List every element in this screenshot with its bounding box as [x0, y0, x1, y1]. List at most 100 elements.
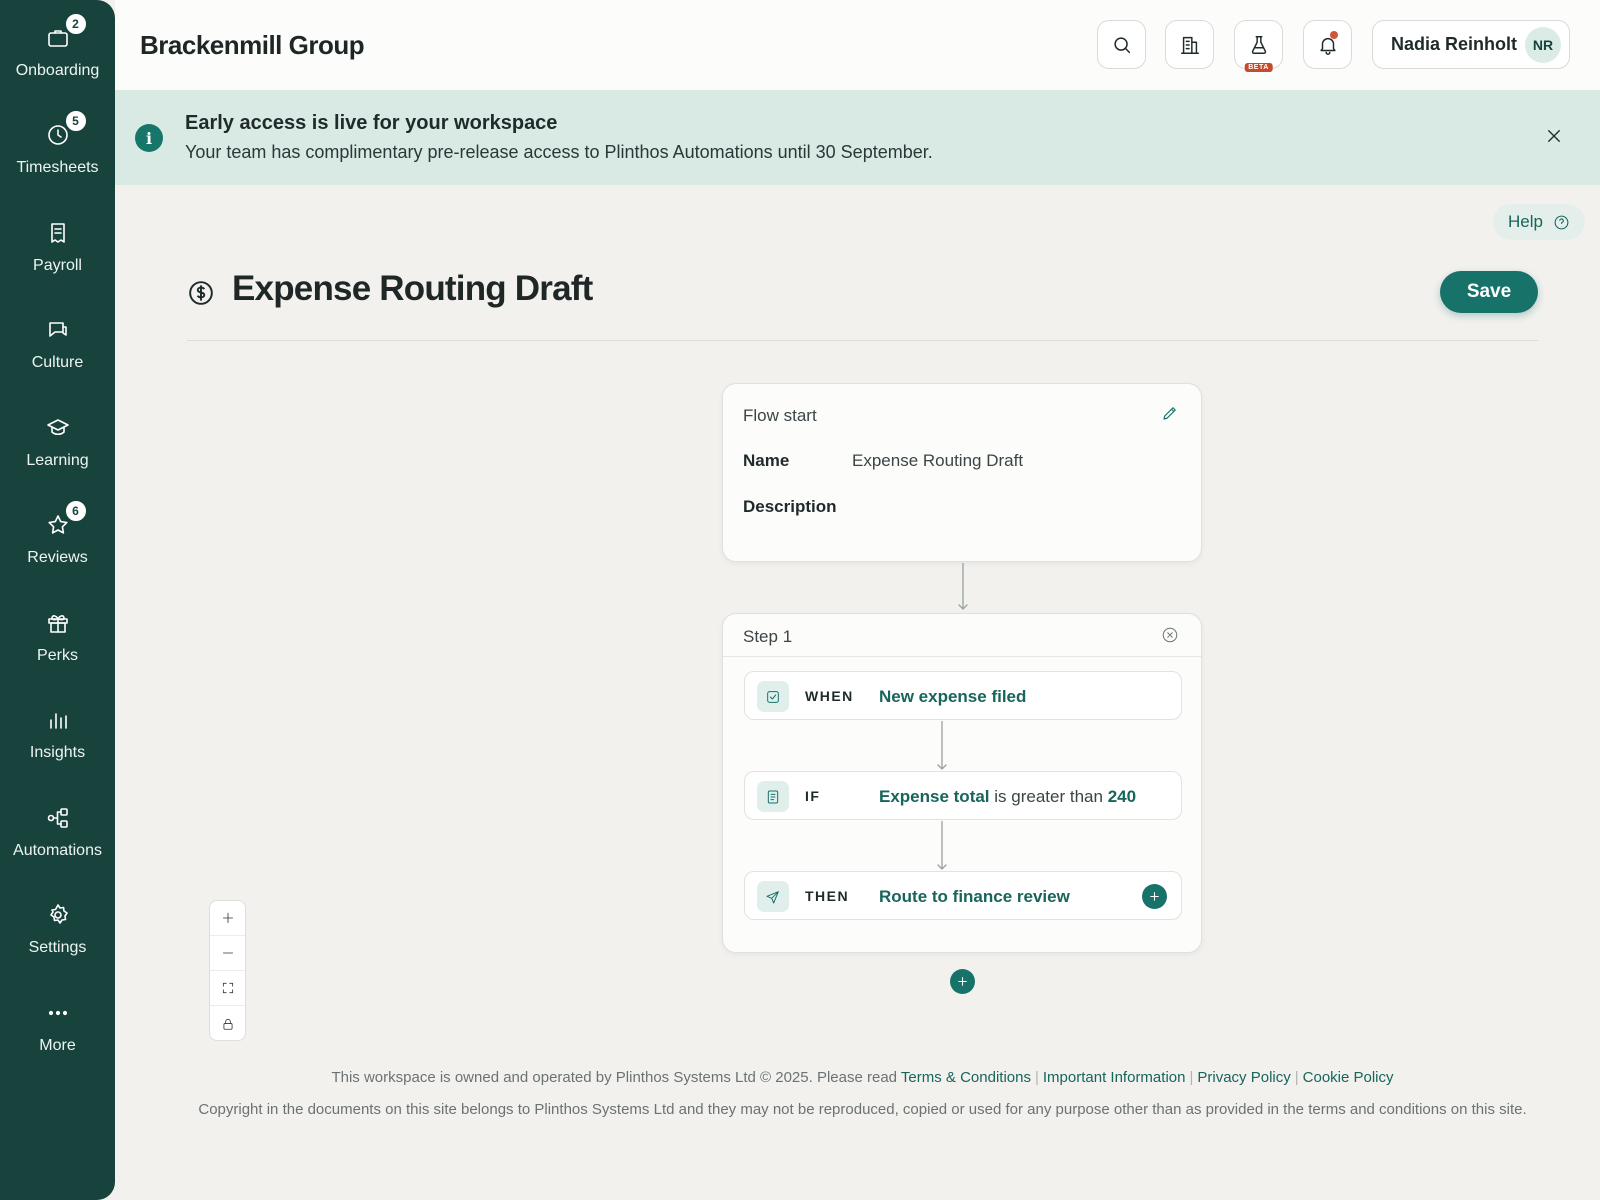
- gear-icon: [44, 901, 72, 929]
- add-action-button[interactable]: [1142, 884, 1167, 909]
- if-condition-text: Expense total is greater than 240: [879, 787, 1136, 807]
- sidebar-item-label: Insights: [29, 744, 86, 761]
- footer-legal: This workspace is owned and operated by …: [187, 1069, 1538, 1086]
- sidebar-item-culture[interactable]: Culture: [0, 292, 115, 382]
- zoom-in-button[interactable]: [210, 901, 245, 936]
- edit-flow-button[interactable]: [1161, 404, 1181, 424]
- sidebar-item-onboarding[interactable]: 2 Onboarding: [0, 0, 115, 90]
- bar-chart-icon: [44, 706, 72, 734]
- description-label: Description: [743, 497, 837, 516]
- condition-value: 240: [1107, 787, 1137, 806]
- help-button[interactable]: Help: [1493, 204, 1585, 240]
- fullscreen-icon: [221, 981, 235, 995]
- zoom-out-button[interactable]: [210, 936, 245, 971]
- cookie-policy-link[interactable]: Cookie Policy: [1303, 1069, 1394, 1086]
- important-info-link[interactable]: Important Information: [1043, 1069, 1186, 1086]
- sidebar-item-payroll[interactable]: Payroll: [0, 195, 115, 285]
- checkbox-icon: [757, 681, 789, 712]
- briefcase-icon: 2: [44, 12, 88, 52]
- sidebar: 2 Onboarding 5 Timesheets Payroll Cultur…: [0, 0, 115, 1200]
- then-keyword: THEN: [805, 888, 850, 904]
- notification-badge: 6: [63, 499, 88, 523]
- close-circle-icon: [1161, 626, 1181, 644]
- close-icon: [1545, 127, 1563, 145]
- document-icon: [757, 781, 789, 812]
- fit-view-button[interactable]: [210, 971, 245, 1006]
- footer-ownership-text: This workspace is owned and operated by …: [331, 1069, 898, 1086]
- notification-badge: 2: [63, 12, 88, 36]
- flow-connector: [936, 720, 948, 771]
- if-condition-row[interactable]: IF Expense total is greater than 240: [744, 771, 1182, 820]
- trigger-value: New expense filed: [879, 687, 1027, 706]
- sidebar-item-learning[interactable]: Learning: [0, 390, 115, 480]
- action-value: Route to finance review: [879, 887, 1070, 906]
- top-header: Brackenmill Group BETA Nadia Reinholt NR: [115, 0, 1600, 90]
- name-label: Name: [743, 451, 790, 470]
- graduation-cap-icon: [44, 414, 72, 442]
- sidebar-item-label: More: [39, 1037, 76, 1054]
- brand-name: Brackenmill Group: [140, 30, 365, 60]
- notification-badge: 5: [63, 109, 88, 133]
- canvas-controls: [209, 900, 246, 1041]
- footer-separator: |: [1034, 1069, 1039, 1086]
- avatar: NR: [1525, 27, 1561, 63]
- privacy-policy-link[interactable]: Privacy Policy: [1197, 1069, 1290, 1086]
- plus-icon: [1148, 890, 1161, 903]
- when-trigger-text: New expense filed: [879, 687, 1026, 707]
- add-step-button[interactable]: [950, 969, 975, 994]
- chat-icon: [44, 316, 72, 344]
- sidebar-item-label: Perks: [37, 647, 78, 664]
- question-circle-icon: [1553, 214, 1570, 231]
- sidebar-item-settings[interactable]: Settings: [0, 877, 115, 967]
- building-icon: [1179, 34, 1201, 56]
- search-button[interactable]: [1097, 20, 1146, 69]
- terms-link[interactable]: Terms & Conditions: [901, 1069, 1031, 1086]
- sidebar-item-perks[interactable]: Perks: [0, 585, 115, 675]
- flask-icon: [1248, 34, 1270, 56]
- sidebar-item-insights[interactable]: Insights: [0, 682, 115, 772]
- sidebar-item-label: Settings: [28, 939, 87, 956]
- pencil-icon: [1161, 404, 1181, 422]
- receipt-icon: [44, 219, 72, 247]
- sidebar-item-more[interactable]: More: [0, 975, 115, 1065]
- banner-message: Your team has complimentary pre-release …: [185, 142, 933, 162]
- sidebar-item-timesheets[interactable]: 5 Timesheets: [0, 97, 115, 187]
- step-divider: [723, 656, 1201, 657]
- sidebar-item-label: Payroll: [33, 257, 82, 274]
- notifications-button[interactable]: [1303, 20, 1352, 69]
- sidebar-item-label: Timesheets: [16, 159, 99, 176]
- search-icon: [1111, 34, 1133, 56]
- sidebar-item-reviews[interactable]: 6 Reviews: [0, 487, 115, 577]
- condition-field: Expense total: [879, 787, 990, 806]
- more-dots-icon: [44, 999, 72, 1027]
- flow-start-card: Flow start Name Expense Routing Draft De…: [722, 383, 1202, 562]
- banner-title: Early access is live for your workspace: [185, 112, 558, 134]
- footer-copyright: Copyright in the documents on this site …: [198, 1101, 1527, 1118]
- name-value: Expense Routing Draft: [852, 451, 1024, 470]
- dollar-circle-icon: [188, 280, 214, 306]
- page-title: Expense Routing Draft: [232, 269, 593, 308]
- step-heading: Step 1: [743, 627, 793, 646]
- plus-icon: [956, 975, 969, 988]
- sidebar-item-label: Onboarding: [15, 62, 100, 79]
- labs-button[interactable]: BETA: [1234, 20, 1283, 72]
- when-trigger-row[interactable]: WHEN New expense filed: [744, 671, 1182, 720]
- banner-close-button[interactable]: [1542, 124, 1566, 148]
- flow-start-heading: Flow start: [743, 406, 817, 425]
- save-button[interactable]: Save: [1440, 271, 1538, 313]
- if-keyword: IF: [805, 788, 821, 804]
- then-action-text: Route to finance review: [879, 887, 1070, 907]
- remove-step-button[interactable]: [1161, 626, 1181, 646]
- then-action-row[interactable]: THEN Route to finance review: [744, 871, 1182, 920]
- user-menu-button[interactable]: Nadia Reinholt NR: [1372, 20, 1570, 69]
- sidebar-item-label: Automations: [13, 842, 102, 859]
- organisation-button[interactable]: [1165, 20, 1214, 69]
- clock-icon: 5: [44, 109, 88, 149]
- flow-connector: [936, 820, 948, 871]
- sidebar-item-automations[interactable]: Automations: [0, 780, 115, 870]
- lock-canvas-button[interactable]: [210, 1006, 245, 1041]
- star-icon: 6: [44, 499, 88, 539]
- step-card: Step 1 WHEN New expense filed IF Expense…: [722, 613, 1202, 953]
- unread-indicator: [1330, 31, 1338, 39]
- footer-separator: |: [1189, 1069, 1194, 1086]
